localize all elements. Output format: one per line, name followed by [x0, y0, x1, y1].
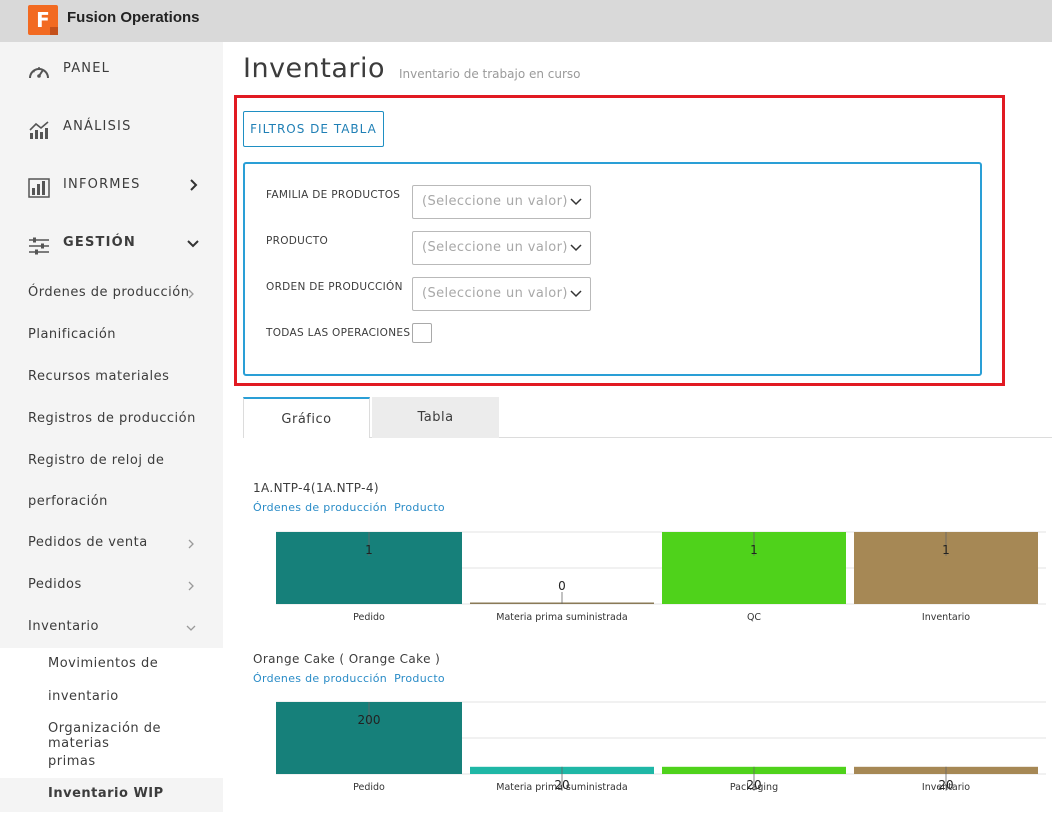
- sidebar-item-panel[interactable]: PANEL: [0, 42, 223, 100]
- product-link[interactable]: Producto: [394, 501, 445, 514]
- sidebar-subitem-reloj[interactable]: Registro de reloj de: [28, 453, 164, 468]
- submenu-item-organizacion-cont[interactable]: primas: [48, 754, 96, 769]
- product-select[interactable]: (Seleccione un valor): [412, 231, 591, 265]
- chevron-down-icon: [570, 290, 582, 298]
- all-operations-label: TODAS LAS OPERACIONES: [266, 327, 411, 339]
- chevron-down-icon: [187, 240, 199, 248]
- chevron-right-icon: [188, 539, 194, 549]
- category-label: Pedido: [353, 782, 385, 793]
- data-label: 200: [358, 713, 381, 727]
- chart-links: Órdenes de producción Producto: [253, 672, 452, 685]
- chevron-right-icon: [190, 179, 198, 191]
- production-orders-link[interactable]: Órdenes de producción: [253, 501, 387, 514]
- chart-title: 1A.NTP-4(1A.NTP-4): [253, 481, 379, 495]
- category-label: Pedido: [353, 612, 385, 623]
- sidebar-subitem-planificacion[interactable]: Planificación: [28, 327, 116, 342]
- gauge-icon: [29, 67, 49, 79]
- category-label: QC: [747, 612, 761, 623]
- category-label: Materia prima suministrada: [496, 612, 627, 623]
- data-label: 0: [558, 579, 566, 593]
- chart-title: Orange Cake ( Orange Cake ): [253, 652, 441, 666]
- sidebar-item-label: ANÁLISIS: [63, 119, 132, 134]
- data-label: 1: [365, 543, 373, 557]
- select-placeholder: (Seleccione un valor): [422, 286, 568, 301]
- production-orders-link[interactable]: Órdenes de producción: [253, 672, 387, 685]
- sidebar-subitem-ordenes[interactable]: Órdenes de producción: [28, 285, 189, 300]
- submenu-item-organizacion[interactable]: Organización de materias: [48, 721, 223, 751]
- sidebar-item-analisis[interactable]: ANÁLISIS: [0, 100, 223, 158]
- sidebar-subitem-pedidos-venta[interactable]: Pedidos de venta: [28, 535, 148, 550]
- select-placeholder: (Seleccione un valor): [422, 194, 568, 209]
- fusion-logo-icon[interactable]: F: [28, 5, 58, 35]
- sidebar-subitem-reloj-cont[interactable]: perforación: [28, 494, 108, 509]
- chevron-right-icon: [188, 289, 194, 299]
- page-subtitle: Inventario de trabajo en curso: [399, 67, 581, 81]
- chevron-right-icon: [188, 581, 194, 591]
- sidebar-item-label: GESTIÓN: [63, 235, 136, 250]
- bar-chart-1: 1 Pedido 0 Materia prima suministrada 1 QC 1 In…: [276, 531, 1046, 623]
- sidebar-subitem-registros[interactable]: Registros de producción: [28, 411, 196, 426]
- table-filters-button[interactable]: FILTROS DE TABLA: [243, 111, 384, 147]
- category-label: Packaging: [730, 782, 778, 793]
- data-label: 1: [942, 543, 950, 557]
- chevron-down-icon: [570, 198, 582, 206]
- sliders-icon: [29, 237, 49, 255]
- sidebar-subitem-recursos[interactable]: Recursos materiales: [28, 369, 169, 384]
- sidebar-item-gestion[interactable]: GESTIÓN: [0, 216, 223, 274]
- sidebar-item-label: PANEL: [63, 61, 111, 76]
- page-title: Inventario: [243, 53, 386, 84]
- production-order-select[interactable]: (Seleccione un valor): [412, 277, 591, 311]
- app-name[interactable]: Fusion Operations: [67, 9, 200, 26]
- category-label: Materia prima suministrada: [496, 782, 627, 793]
- all-operations-checkbox[interactable]: [412, 323, 432, 343]
- sidebar-subitem-pedidos[interactable]: Pedidos: [28, 577, 82, 592]
- category-label: Inventario: [922, 612, 970, 623]
- select-placeholder: (Seleccione un valor): [422, 240, 568, 255]
- tab-tabla[interactable]: Tabla: [372, 397, 499, 438]
- product-family-label: FAMILIA DE PRODUCTOS: [266, 189, 401, 201]
- inventory-submenu: Movimientos de inventario Organización d…: [0, 648, 223, 818]
- submenu-item-movimientos[interactable]: Movimientos de: [48, 656, 158, 671]
- sidebar-subitem-inventario[interactable]: Inventario: [28, 619, 99, 634]
- bar-chart-2: 200Pedido 20Materia prima suministrada 20P…: [276, 701, 1046, 793]
- bar-report-icon: [28, 178, 50, 198]
- chart-links: Órdenes de producción Producto: [253, 501, 452, 514]
- chevron-down-icon: [186, 625, 196, 631]
- tab-grafico[interactable]: Gráfico: [243, 397, 370, 438]
- product-link[interactable]: Producto: [394, 672, 445, 685]
- submenu-item-movimientos-cont[interactable]: inventario: [48, 689, 119, 704]
- category-label: Inventario: [922, 782, 970, 793]
- submenu-item-inventario-wip[interactable]: Inventario WIP: [48, 786, 164, 801]
- analytics-chart-icon: [29, 121, 49, 139]
- sidebar-item-label: INFORMES: [63, 177, 141, 192]
- sidebar-item-informes[interactable]: INFORMES: [0, 158, 223, 216]
- production-order-label: ORDEN DE PRODUCCIÓN: [266, 281, 403, 293]
- top-bar: F Fusion Operations: [0, 0, 1052, 42]
- data-label: 1: [750, 543, 758, 557]
- chevron-down-icon: [570, 244, 582, 252]
- product-family-select[interactable]: (Seleccione un valor): [412, 185, 591, 219]
- sidebar: PANEL ANÁLISIS INFORMES GESTIÓN Órdenes …: [0, 42, 223, 818]
- product-label: PRODUCTO: [266, 235, 329, 247]
